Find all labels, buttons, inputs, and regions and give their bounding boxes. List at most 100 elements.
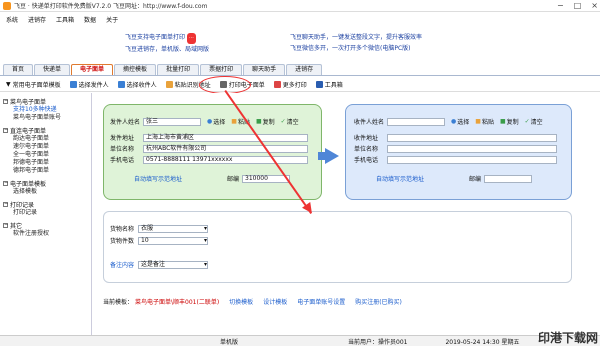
watermark-logo: 印港下载网 xyxy=(537,331,598,345)
sender-addr-row: 发件地址 上海上海市黄浦区 xyxy=(110,133,308,142)
sidebar-item[interactable]: 全一电子面单 xyxy=(3,151,91,159)
receiver-copy-button[interactable]: ■ 复制 xyxy=(500,117,519,126)
menu-data[interactable]: 数据 xyxy=(84,15,96,24)
sender-company-label: 单位名称 xyxy=(110,146,135,153)
goods-name-value: 衣服 xyxy=(141,224,154,232)
person-icon xyxy=(69,81,77,88)
menu-tools[interactable]: 工具箱 xyxy=(56,15,74,24)
sidebar-group-header[interactable]: − 打印记录 xyxy=(3,200,91,209)
paste-icon xyxy=(165,81,173,88)
switch-template-link[interactable]: 切换模板 xyxy=(229,297,253,306)
collapse-icon: − xyxy=(3,222,9,228)
sidebar-group-header[interactable]: − 菜鸟电子面单 xyxy=(3,97,91,106)
design-template-link[interactable]: 设计模板 xyxy=(263,297,287,306)
receiver-bottom-row: 自动填写示范地址 邮编 xyxy=(376,174,533,183)
receiver-phone-input[interactable] xyxy=(387,155,557,164)
banner-link-wechat[interactable]: 飞豆微信多开，一次打开多个微信(电脑PC版) xyxy=(290,43,422,54)
goods-name-select[interactable]: 衣服 ▾ xyxy=(138,224,208,233)
sender-copy-button[interactable]: ■ 复制 xyxy=(256,117,275,126)
purchase-link[interactable]: 购买注册(已购买) xyxy=(355,297,402,306)
banner-link-chat[interactable]: 飞豆聊天助手，一键发送整段文字，提升客服效率 xyxy=(290,32,422,43)
sender-panel: 发件人姓名 张三 ● 选择 ■ 粘贴 ■ 复制 ✓ 清空 发件地址 上海上海市黄浦区 单… xyxy=(103,104,322,200)
tab-chat[interactable]: 聊天助手 xyxy=(243,64,286,75)
more-print-label: 更多打印 xyxy=(282,82,307,89)
receiver-addr-input[interactable] xyxy=(387,133,557,142)
person-icon: ● xyxy=(207,118,213,125)
window-title: 飞豆 · 快递单打印软件免费版V7.2.0 飞豆网址：http://www.f-… xyxy=(14,3,208,10)
receiver-autofill-link[interactable]: 自动填写示范地址 xyxy=(376,174,424,183)
new-badge: ··· xyxy=(187,33,196,44)
current-template-value: 菜鸟电子面单\顺丰001(二联单) xyxy=(135,299,220,306)
toolbox-label: 工具箱 xyxy=(324,82,343,89)
banner-link-eface[interactable]: 飞豆支持电子面单打印 xyxy=(125,34,185,41)
sidebar-group-title: 其它 xyxy=(10,223,23,230)
receiver-select-button[interactable]: ● 选择 xyxy=(451,117,469,126)
select-receiver-button[interactable]: 选择收件人 xyxy=(117,80,157,89)
sender-clear-button[interactable]: ✓ 清空 xyxy=(281,117,299,126)
more-icon xyxy=(273,81,281,88)
sidebar-item[interactable]: 软件注册授权 xyxy=(3,230,91,238)
tab-erp[interactable]: 进销存 xyxy=(286,64,323,75)
receiver-company-label: 单位名称 xyxy=(354,146,379,153)
sender-select-button[interactable]: ● 选择 xyxy=(207,117,225,126)
tab-template[interactable]: 摘控模板 xyxy=(114,64,157,75)
person-icon xyxy=(117,81,125,88)
tab-eface[interactable]: 电子面单 xyxy=(71,64,114,75)
tab-home[interactable]: 首页 xyxy=(3,64,34,75)
receiver-clear-label: 清空 xyxy=(530,119,543,126)
collapse-icon: − xyxy=(3,201,9,207)
more-print-button[interactable]: 更多打印 xyxy=(273,80,307,89)
banner-left-line-1: 飞豆支持电子面单打印 ··· xyxy=(125,32,209,44)
paste-icon: ■ xyxy=(231,118,237,125)
sender-company-input[interactable]: 杭州ABC软件有限公司 xyxy=(143,144,308,153)
tab-batch[interactable]: 批量打印 xyxy=(157,64,200,75)
sidebar-item[interactable]: 菜鸟电子面单账号 xyxy=(3,114,91,122)
eface-account-link[interactable]: 电子面单账号设置 xyxy=(297,297,345,306)
menu-about[interactable]: 关于 xyxy=(106,15,118,24)
sender-name-input[interactable]: 张三 xyxy=(143,117,201,126)
sidebar-item[interactable]: 打印记录 xyxy=(3,209,91,217)
receiver-zip-input[interactable] xyxy=(484,174,533,183)
receiver-company-input[interactable] xyxy=(387,144,557,153)
sender-addr-label: 发件地址 xyxy=(110,135,135,142)
current-template-label: 当前模板： xyxy=(103,299,134,306)
sidebar-item[interactable]: 德邦电子面单 xyxy=(3,167,91,175)
sidebar-item[interactable]: 选择模板 xyxy=(3,188,91,196)
sender-phone-input[interactable]: 0571-8888111 13971xxxxxx xyxy=(143,155,308,164)
close-button[interactable]: × xyxy=(591,1,598,10)
sidebar-group-header[interactable]: − 电子面单模板 xyxy=(3,179,91,188)
dropdown-arrow-icon: ▼ xyxy=(6,81,11,88)
template-dropdown[interactable]: ▼ 常用电子面单模板 xyxy=(6,80,61,89)
menu-system[interactable]: 系统 xyxy=(6,15,18,24)
receiver-phone-label: 手机电话 xyxy=(354,157,379,164)
sender-addr-input[interactable]: 上海上海市黄浦区 xyxy=(143,133,308,142)
banner-link-erp[interactable]: 飞豆进销存，单机版、局域网版 xyxy=(125,44,209,55)
maximize-button[interactable]: □ xyxy=(574,1,582,10)
toolbox-icon xyxy=(315,81,323,88)
tab-receipt[interactable]: 票据打印 xyxy=(200,64,243,75)
person-icon: ● xyxy=(451,118,457,125)
title-bar: 飞豆 · 快递单打印软件免费版V7.2.0 飞豆网址：http://www.f-… xyxy=(0,0,600,12)
sidebar-group-header[interactable]: − 直连电子面单 xyxy=(3,126,91,135)
menu-inventory[interactable]: 进销存 xyxy=(28,15,46,24)
receiver-name-input[interactable] xyxy=(387,117,445,126)
minimize-button[interactable]: − xyxy=(557,1,564,10)
sidebar-group-header[interactable]: − 其它 xyxy=(3,221,91,230)
sidebar-item[interactable]: 支持10多种快递 xyxy=(3,106,91,114)
sidebar-group-other: − 其它 软件注册授权 xyxy=(0,221,91,238)
goods-count-select[interactable]: 10 ▾ xyxy=(138,236,208,245)
goods-remark-select[interactable]: 这是备注 ▾ xyxy=(138,260,208,269)
sidebar-item[interactable]: 韵达电子面单 xyxy=(3,135,91,143)
receiver-paste-label: 粘贴 xyxy=(481,119,494,126)
goods-panel: 货物名称 衣服 ▾ 货物件数 10 ▾ 备注内容 这是备注 ▾ xyxy=(103,211,572,283)
ad-banner: 飞豆支持电子面单打印 ··· 飞豆进销存，单机版、局域网版 飞豆聊天助手，一键发送… xyxy=(0,26,600,62)
select-receiver-label: 选择收件人 xyxy=(126,82,157,89)
tab-express[interactable]: 快递单 xyxy=(34,64,71,75)
receiver-clear-button[interactable]: ✓ 清空 xyxy=(525,117,543,126)
sidebar-item[interactable]: 速尔电子面单 xyxy=(3,143,91,151)
receiver-paste-button[interactable]: ■ 粘贴 xyxy=(475,117,494,126)
sidebar-item[interactable]: 邦德电子面单 xyxy=(3,159,91,167)
toolbox-button[interactable]: 工具箱 xyxy=(315,80,343,89)
sender-autofill-link[interactable]: 自动填写示范地址 xyxy=(134,174,182,183)
select-sender-button[interactable]: 选择发件人 xyxy=(69,80,109,89)
